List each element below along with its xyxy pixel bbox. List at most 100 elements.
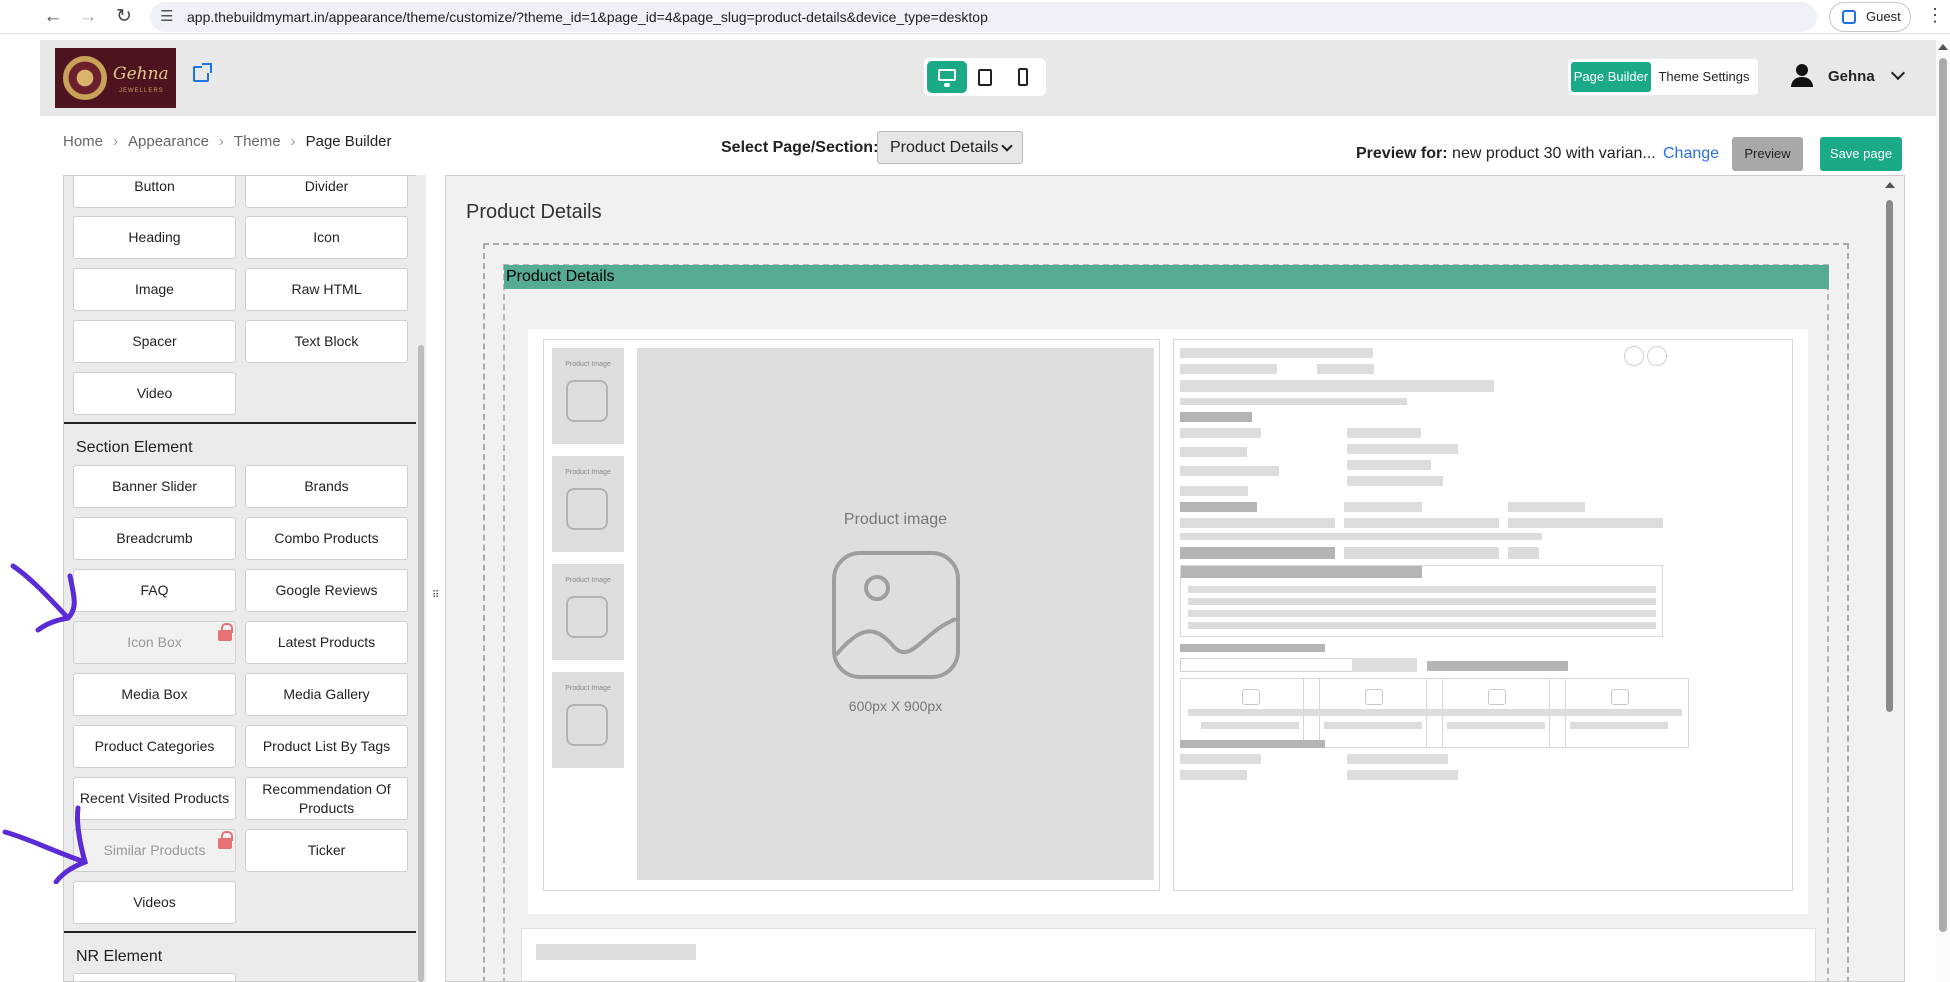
thumbnail-placeholder: Product Image [552,672,624,768]
breadcrumb-appearance[interactable]: Appearance [128,133,209,150]
change-preview-link[interactable]: Change [1663,145,1719,163]
scroll-up-icon[interactable] [1938,44,1948,50]
external-link-icon[interactable] [193,63,212,82]
resize-handle-icon[interactable]: ⠿ [432,590,440,606]
image-icon [1242,689,1260,705]
element-button[interactable]: Button [73,176,236,208]
skeleton-line [1181,566,1422,578]
section-faq[interactable]: FAQ [73,569,236,612]
skeleton-line [1180,412,1252,422]
forward-icon[interactable]: → [76,5,100,29]
page-select[interactable]: Product Details [877,131,1023,164]
skeleton-line [1180,740,1325,748]
skeleton-line [1180,644,1325,652]
image-icon [566,704,608,746]
canvas-scroll-thumb[interactable] [1886,200,1893,712]
user-name[interactable]: Gehna [1828,68,1875,85]
skeleton-line [1317,364,1374,374]
breadcrumb-theme[interactable]: Theme [234,133,281,150]
skeleton-line [1180,533,1542,540]
preview-product-name: new product 30 with varian... [1452,145,1656,162]
image-icon [1488,689,1506,705]
skeleton-mini-card [1180,678,1320,748]
browser-menu-icon[interactable]: ⋮ [1926,5,1944,26]
skeleton-line [1508,502,1585,512]
section-divider [64,931,417,933]
annotation-arrow [10,563,77,633]
element-divider[interactable]: Divider [245,176,408,208]
section-latest-products[interactable]: Latest Products [245,621,408,664]
user-icon-body [1791,77,1813,87]
skeleton-line [1344,502,1422,512]
store-logo[interactable]: Gehna JEWELLERS [55,48,176,108]
panel-scrollbar[interactable] [416,175,426,982]
section-element-heading: Section Element [76,439,193,456]
element-video[interactable]: Video [73,372,236,415]
element-text-block[interactable]: Text Block [245,320,408,363]
section-brands[interactable]: Brands [245,465,408,508]
main-image-size: 600px X 900px [848,698,943,714]
section-combo-products[interactable]: Combo Products [245,517,408,560]
reload-icon[interactable]: ↻ [112,5,136,29]
device-switcher [924,58,1046,96]
section-media-gallery[interactable]: Media Gallery [245,673,408,716]
skeleton-mini-card [1426,678,1566,748]
nr-element-button[interactable] [73,973,236,981]
skeleton-line [1188,598,1656,605]
skeleton-line [1347,754,1448,764]
element-raw-html[interactable]: Raw HTML [245,268,408,311]
preview-button[interactable]: Preview [1732,137,1803,171]
url-text: app.thebuildmymart.in/appearance/theme/c… [187,9,988,25]
page-scrollbar[interactable] [1936,40,1950,982]
panel-scroll-thumb[interactable] [418,345,424,982]
page-builder-tab[interactable]: Page Builder [1571,62,1651,92]
skeleton-line [1311,709,1436,716]
site-settings-icon[interactable]: ☰ [160,7,173,25]
tablet-icon [978,69,992,86]
user-icon[interactable] [1791,64,1813,88]
skeleton-line [1188,586,1656,593]
section-product-categories[interactable]: Product Categories [73,725,236,768]
section-banner-slider[interactable]: Banner Slider [73,465,236,508]
section-breadcrumb[interactable]: Breadcrumb [73,517,236,560]
skeleton-line [1188,709,1313,716]
skeleton-line [1180,754,1261,764]
element-icon[interactable]: Icon [245,216,408,259]
tablet-view-button[interactable] [965,61,1005,93]
scroll-up-icon[interactable] [1885,182,1895,188]
section-recommendation-of-products[interactable]: Recommendation Of Products [245,777,408,820]
element-image[interactable]: Image [73,268,236,311]
element-spacer[interactable]: Spacer [73,320,236,363]
section-product-list-by-tags[interactable]: Product List By Tags [245,725,408,768]
section-ticker[interactable]: Ticker [245,829,408,872]
desktop-view-button[interactable] [927,61,967,93]
save-page-button[interactable]: Save page [1820,137,1902,171]
breadcrumb-page-builder: Page Builder [305,133,392,150]
section-icon-box[interactable]: Icon Box [73,621,236,664]
skeleton-mini-card [1549,678,1689,748]
section-similar-products[interactable]: Similar Products [73,829,236,872]
profile-button[interactable]: Guest [1829,2,1911,32]
canvas-scrollbar[interactable] [1882,180,1896,976]
logo-subtext: JEWELLERS [119,88,164,94]
page-scroll-thumb[interactable] [1939,58,1947,932]
section-videos[interactable]: Videos [73,881,236,924]
element-heading[interactable]: Heading [73,216,236,259]
back-icon[interactable]: ← [41,5,65,29]
product-details-preview[interactable]: Product Image Product Image Product Imag… [528,329,1808,914]
section-icon-box-label: Icon Box [127,634,182,650]
address-bar[interactable]: ☰ app.thebuildmymart.in/appearance/theme… [150,2,1817,32]
next-section-preview[interactable] [521,928,1816,981]
image-icon [832,551,960,679]
chevron-right-icon: › [218,133,224,150]
theme-settings-tab[interactable]: Theme Settings [1654,62,1754,92]
chevron-down-icon[interactable] [1890,65,1906,81]
section-recent-visited-products[interactable]: Recent Visited Products [73,777,236,820]
section-bar[interactable]: Product Details [504,265,1829,289]
image-icon [566,596,608,638]
section-google-reviews[interactable]: Google Reviews [245,569,408,612]
section-media-box[interactable]: Media Box [73,673,236,716]
image-icon-mountains [836,617,956,657]
mobile-view-button[interactable] [1003,61,1043,93]
breadcrumb-home[interactable]: Home [63,133,103,150]
